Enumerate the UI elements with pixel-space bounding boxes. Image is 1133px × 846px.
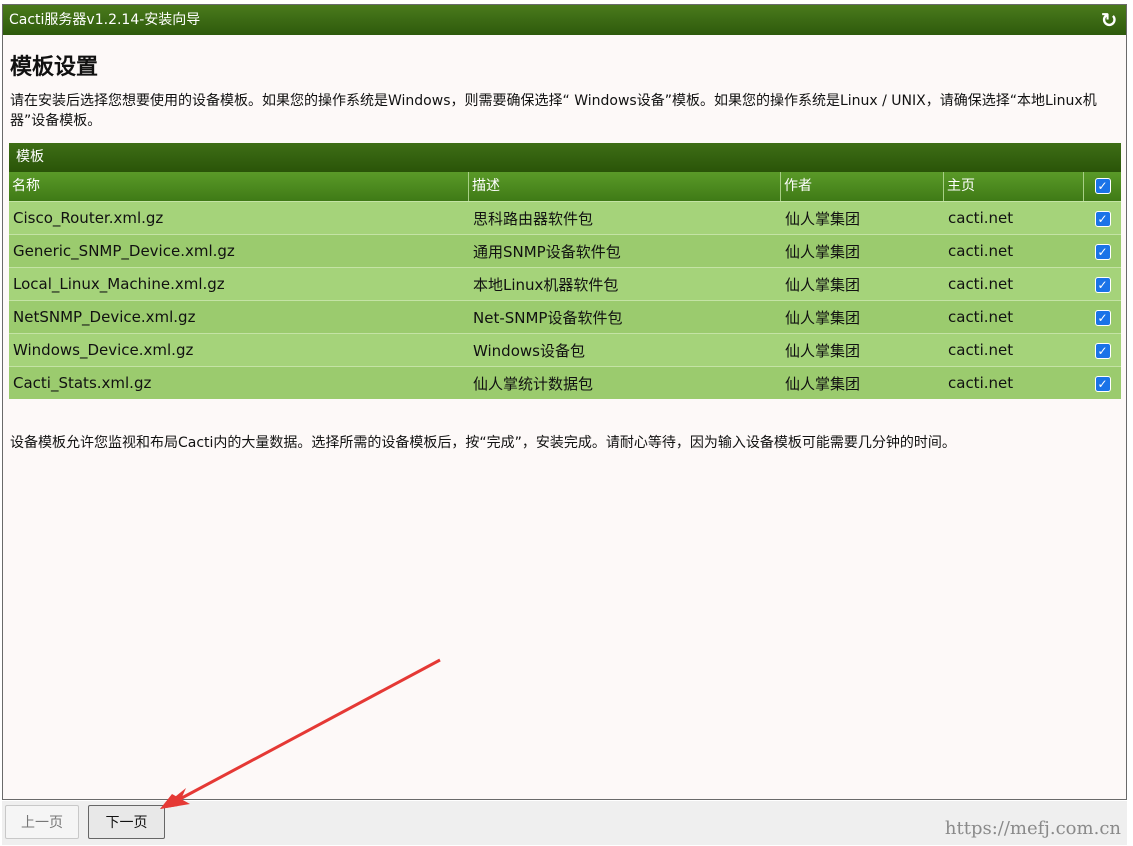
window-titlebar: Cacti服务器v1.2.14-安装向导 ↻ [3,5,1126,35]
cell-author: 仙人掌集团 [785,242,861,261]
cell-desc: 通用SNMP设备软件包 [473,242,621,261]
template-table: 模板 名称 描述 作者 主页 ✓ Cisco_Router.xml.gz 思科路由… [9,143,1121,399]
prev-button[interactable]: 上一页 [5,805,79,839]
table-row[interactable]: Generic_SNMP_Device.xml.gz 通用SNMP设备软件包 仙人掌… [9,234,1121,267]
cell-name: Generic_SNMP_Device.xml.gz [13,242,235,260]
refresh-icon[interactable]: ↻ [1098,9,1120,31]
cell-home: cacti.net [948,242,1014,260]
cell-home: cacti.net [948,275,1014,293]
table-header-row: 名称 描述 作者 主页 ✓ [9,172,1121,201]
check-icon: ✓ [1094,210,1111,227]
cell-name: Local_Linux_Machine.xml.gz [13,275,225,293]
col-header-name[interactable]: 名称 [9,172,469,201]
cell-name: Cacti_Stats.xml.gz [13,374,152,392]
page-title: 模板设置 [10,55,99,80]
table-title: 模板 [9,143,1121,172]
cell-home: cacti.net [948,341,1014,359]
cell-desc: Net-SNMP设备软件包 [473,308,623,327]
footnote-text: 设备模板允许您监视和布局Cacti内的大量数据。选择所需的设备模板后，按“完成”… [10,435,956,451]
row-checkbox[interactable]: ✓ [1084,341,1121,359]
col-header-home[interactable]: 主页 [944,172,1084,201]
check-icon: ✓ [1094,309,1111,326]
col-header-desc[interactable]: 描述 [469,172,781,201]
table-row[interactable]: Cacti_Stats.xml.gz 仙人掌统计数据包 仙人掌集团 cacti.net… [9,366,1121,399]
row-checkbox[interactable]: ✓ [1084,275,1121,293]
row-checkbox[interactable]: ✓ [1084,209,1121,227]
row-checkbox[interactable]: ✓ [1084,242,1121,260]
cell-author: 仙人掌集团 [785,275,861,294]
cell-desc: 思科路由器软件包 [473,209,594,228]
table-row[interactable]: Local_Linux_Machine.xml.gz 本地Linux机器软件包 仙人… [9,267,1121,300]
cell-name: Windows_Device.xml.gz [13,341,194,359]
cell-home: cacti.net [948,374,1014,392]
check-icon: ✓ [1094,276,1111,293]
cell-author: 仙人掌集团 [785,374,861,393]
intro-text: 请在安装后选择您想要使用的设备模板。如果您的操作系统是Windows，则需要确保… [10,93,1097,129]
watermark: https://mefj.com.cn [944,818,1121,839]
installer-window: Cacti服务器v1.2.14-安装向导 ↻ 模板设置 请在安装后选择您想要使用… [2,4,1127,800]
cell-author: 仙人掌集团 [785,308,861,327]
check-icon: ✓ [1094,375,1111,392]
table-row[interactable]: Cisco_Router.xml.gz 思科路由器软件包 仙人掌集团 cacti.ne… [9,201,1121,234]
col-header-author[interactable]: 作者 [781,172,944,201]
cell-name: NetSNMP_Device.xml.gz [13,308,196,326]
window-title: Cacti服务器v1.2.14-安装向导 [9,12,201,28]
check-icon: ✓ [1094,243,1111,260]
table-row[interactable]: Windows_Device.xml.gz Windows设备包 仙人掌集团 cact… [9,333,1121,366]
cell-author: 仙人掌集团 [785,209,861,228]
table-row[interactable]: NetSNMP_Device.xml.gz Net-SNMP设备软件包 仙人掌集团 c… [9,300,1121,333]
row-checkbox[interactable]: ✓ [1084,308,1121,326]
cell-home: cacti.net [948,209,1014,227]
cell-author: 仙人掌集团 [785,341,861,360]
cell-desc: Windows设备包 [473,341,585,360]
next-button[interactable]: 下一页 [88,805,165,839]
check-icon: ✓ [1094,178,1111,194]
cell-desc: 仙人掌统计数据包 [473,374,594,393]
cell-desc: 本地Linux机器软件包 [473,275,619,294]
row-checkbox[interactable]: ✓ [1084,374,1121,392]
check-icon: ✓ [1094,342,1111,359]
cell-home: cacti.net [948,308,1014,326]
select-all-checkbox[interactable]: ✓ [1084,172,1121,201]
cell-name: Cisco_Router.xml.gz [13,209,164,227]
